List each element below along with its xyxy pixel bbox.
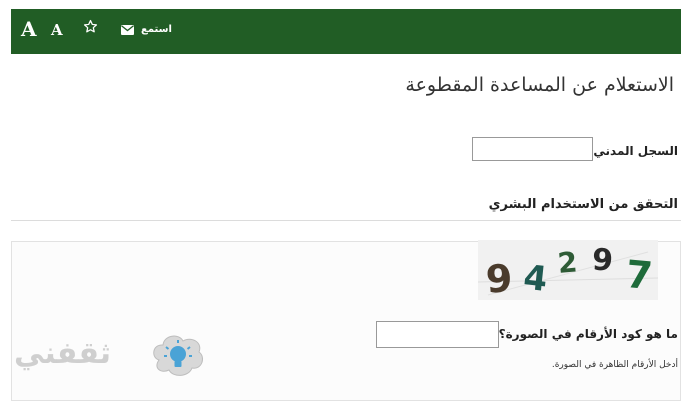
site-logo: ثقفني <box>14 330 204 388</box>
civil-registry-label: السجل المدني * <box>583 144 678 158</box>
listen-button[interactable]: استمع <box>121 24 172 35</box>
civil-registry-label-text: السجل المدني <box>593 144 678 158</box>
accessibility-toolbar: A A استمع <box>11 9 681 54</box>
captcha-digit: 2 <box>556 245 578 280</box>
font-increase-button[interactable]: A <box>21 17 37 41</box>
lightbulb-icon <box>149 330 207 386</box>
captcha-code-label: ما هو كود الأرقام في الصورة؟ * <box>488 327 678 341</box>
captcha-digit: 9 <box>591 243 614 279</box>
page-title: الاستعلام عن المساعدة المقطوعة <box>405 74 674 96</box>
captcha-digit: 4 <box>522 258 550 300</box>
captcha-code-input[interactable] <box>376 321 499 348</box>
section-divider <box>11 220 681 221</box>
captcha-hint: أدخل الأرقام الظاهرة في الصورة. <box>551 360 678 370</box>
font-decrease-button[interactable]: A <box>51 21 63 39</box>
captcha-code-label-text: ما هو كود الأرقام في الصورة؟ <box>498 327 678 341</box>
favorite-button[interactable] <box>83 19 98 39</box>
logo-text: ثقفني <box>14 336 112 371</box>
listen-label: استمع <box>141 24 172 35</box>
captcha-image: 9 4 2 9 7 <box>478 240 658 300</box>
star-icon <box>83 19 98 39</box>
captcha-digit: 7 <box>624 252 654 298</box>
captcha-digit: 9 <box>484 256 513 300</box>
civil-registry-input[interactable] <box>472 137 593 161</box>
human-verification-title: التحقق من الاستخدام البشري <box>488 197 678 212</box>
envelope-icon <box>121 24 134 35</box>
